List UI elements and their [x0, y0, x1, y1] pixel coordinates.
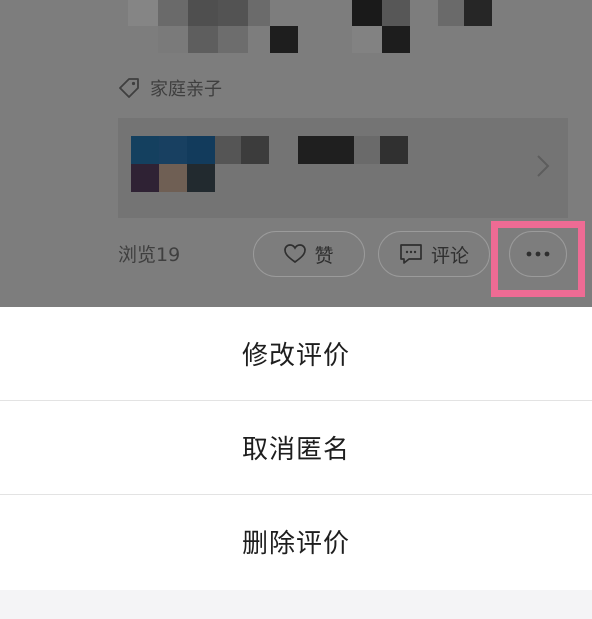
- dimmed-post-area: 家庭亲子 浏览19 赞 评论: [0, 0, 592, 307]
- tag-icon: [119, 78, 139, 98]
- delete-review-label: 删除评价: [241, 529, 350, 559]
- edit-review-label: 修改评价: [241, 341, 350, 371]
- action-sheet: 修改评价 取消匿名 删除评价: [0, 307, 592, 619]
- cancel-anonymous-label: 取消匿名: [241, 435, 350, 465]
- tag-label: 家庭亲子: [150, 79, 222, 100]
- post-tag[interactable]: 家庭亲子: [118, 72, 222, 104]
- comment-icon: [400, 244, 422, 264]
- more-button-highlight: [491, 221, 585, 297]
- heart-icon: [284, 244, 307, 264]
- cancel-anonymous-option[interactable]: 取消匿名: [0, 401, 592, 494]
- like-label: 赞: [314, 244, 334, 267]
- view-count: 浏览19: [118, 244, 181, 266]
- edit-review-option[interactable]: 修改评价: [0, 307, 592, 400]
- sheet-bottom-strip: [0, 590, 592, 619]
- comment-label: 评论: [430, 244, 469, 267]
- like-button[interactable]: 赞: [253, 231, 365, 277]
- comment-button[interactable]: 评论: [378, 231, 490, 277]
- linked-item-card[interactable]: [118, 118, 568, 218]
- delete-review-option[interactable]: 删除评价: [0, 495, 592, 588]
- chevron-right-icon: [537, 155, 550, 177]
